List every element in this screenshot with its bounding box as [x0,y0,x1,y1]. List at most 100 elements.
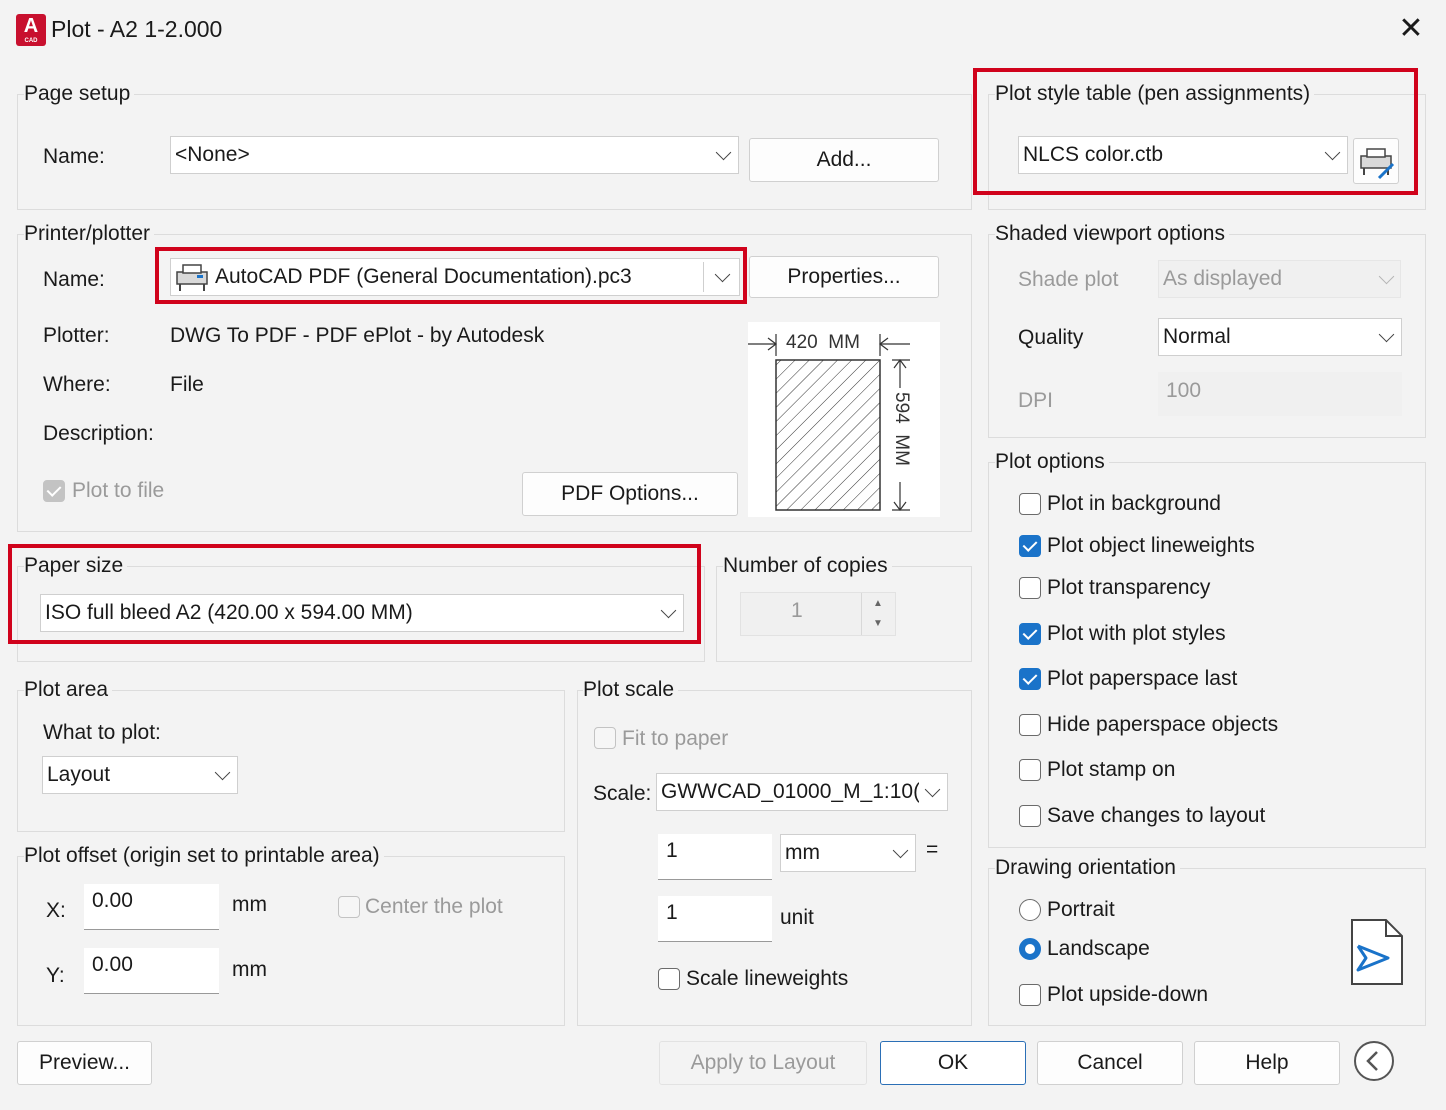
close-icon[interactable]: ✕ [1396,12,1426,46]
chevron-down-icon [892,842,909,859]
offset-y-label: Y: [46,964,65,987]
orientation-legend: Drawing orientation [995,856,1180,880]
scale-unit-value: mm [785,841,820,864]
portrait-label: Portrait [1047,898,1115,921]
plot-area-legend: Plot area [24,678,113,702]
plot-options-group [988,462,1426,848]
plot-option-checkbox[interactable] [1019,577,1041,599]
shade-plot-label: Shade plot [1018,268,1119,291]
plot-option-checkbox[interactable] [1019,493,1041,515]
plot-option-label: Plot stamp on [1047,758,1176,781]
stepper-up-icon[interactable]: ▲ [873,598,883,609]
dpi-value: 100 [1166,379,1202,402]
scale-unit-select[interactable]: mm [780,834,916,872]
landscape-label: Landscape [1047,937,1150,960]
copies-legend: Number of copies [723,554,892,578]
plot-options-legend: Plot options [995,450,1109,474]
printer-name-value: AutoCAD PDF (General Documentation).pc3 [215,265,632,288]
plot-option-label: Plot object lineweights [1047,534,1255,557]
plot-option-checkbox[interactable] [1019,714,1041,736]
stepper-down-icon[interactable]: ▼ [873,618,883,629]
dpi-label: DPI [1018,389,1054,412]
window-title: Plot - A2 1-2.000 [51,16,223,42]
plot-option-checkbox[interactable] [1019,535,1041,557]
plot-option-checkbox[interactable] [1019,623,1041,645]
center-plot-checkbox[interactable] [338,896,360,918]
fit-to-paper-checkbox[interactable] [594,727,616,749]
what-to-plot-label: What to plot: [43,721,161,744]
what-to-plot-value: Layout [47,763,111,786]
plot-option-checkbox[interactable] [1019,759,1041,781]
upside-down-checkbox[interactable] [1019,984,1041,1006]
portrait-radio[interactable] [1019,899,1041,921]
scale-value2-input[interactable]: 1 [658,896,772,942]
chevron-down-icon [924,781,941,798]
where-value: File [170,373,204,396]
landscape-radio[interactable] [1019,938,1041,960]
printer-legend: Printer/plotter [24,222,155,246]
shade-plot-value: As displayed [1163,267,1283,290]
ok-button[interactable]: OK [880,1041,1026,1085]
page-setup-name-select[interactable]: <None> [170,136,739,174]
title-bar: A CAD Plot - A2 1-2.000 ✕ [0,0,1446,60]
app-icon-letter: A [23,15,39,37]
plotter-value: DWG To PDF - PDF ePlot - by Autodesk [170,324,545,347]
plotter-icon [176,264,208,291]
help-button[interactable]: Help [1194,1041,1340,1085]
what-to-plot-select[interactable]: Layout [42,756,238,794]
landscape-orientation-icon [1351,919,1403,985]
plot-style-legend: Plot style table (pen assignments) [995,82,1315,106]
copies-stepper[interactable]: 1 ▲ ▼ [740,592,896,636]
chevron-down-icon [214,764,231,781]
upside-down-label: Plot upside-down [1047,983,1209,1006]
collapse-chevron-icon[interactable] [1352,1039,1396,1083]
plot-style-value: NLCS color.ctb [1023,143,1164,166]
plot-option-label: Plot paperspace last [1047,667,1238,690]
offset-x-input[interactable]: 0.00 [84,884,219,930]
equals-sign: = [926,838,939,861]
chevron-down-icon [1378,268,1395,285]
cancel-button[interactable]: Cancel [1037,1041,1183,1085]
apply-to-layout-button[interactable]: Apply to Layout [659,1041,867,1085]
chevron-down-icon [660,602,677,619]
page-setup-name-label: Name: [43,145,105,168]
preview-button[interactable]: Preview... [17,1041,152,1085]
offset-y-input[interactable]: 0.00 [84,948,219,994]
dpi-input[interactable]: 100 [1158,372,1402,416]
scale-value: GWWCAD_01000_M_1:10( [661,780,919,803]
plotter-label: Plotter: [43,324,110,347]
printer-name-select[interactable]: AutoCAD PDF (General Documentation).pc3 [170,258,740,296]
quality-select[interactable]: Normal [1158,318,1402,356]
edit-plot-style-button[interactable] [1353,138,1399,184]
chevron-down-icon [1324,144,1341,161]
printer-name-label: Name: [43,268,105,291]
plot-to-file-checkbox[interactable] [43,480,65,502]
scale-value1-input[interactable]: 1 [658,834,772,880]
pdf-options-button[interactable]: PDF Options... [522,472,738,516]
scale-select[interactable]: GWWCAD_01000_M_1:10( [656,773,948,811]
shade-plot-select[interactable]: As displayed [1158,260,1401,298]
paper-size-select[interactable]: ISO full bleed A2 (420.00 x 594.00 MM) [40,594,684,632]
paper-size-legend: Paper size [24,554,128,578]
where-label: Where: [43,373,111,396]
plot-option-label: Plot in background [1047,492,1221,515]
plot-option-checkbox[interactable] [1019,668,1041,690]
properties-button[interactable]: Properties... [749,256,939,298]
description-label: Description: [43,422,154,445]
plot-option-label: Save changes to layout [1047,804,1266,827]
scale-unit2-label: unit [780,906,814,929]
offset-y-unit: mm [232,958,267,981]
add-button[interactable]: Add... [749,138,939,182]
fit-to-paper-label: Fit to paper [622,727,729,750]
plot-offset-group [17,856,565,1026]
plot-style-select[interactable]: NLCS color.ctb [1018,136,1348,174]
page-setup-legend: Page setup [24,82,135,106]
plot-to-file-label: Plot to file [72,479,165,502]
paper-size-value: ISO full bleed A2 (420.00 x 594.00 MM) [45,601,413,624]
scale-label: Scale: [593,782,652,805]
preview-width-label: 420 MM [786,332,860,353]
chevron-down-icon [715,144,732,161]
plot-option-label: Hide paperspace objects [1047,713,1279,736]
plot-option-checkbox[interactable] [1019,805,1041,827]
scale-lineweights-checkbox[interactable] [658,968,680,990]
